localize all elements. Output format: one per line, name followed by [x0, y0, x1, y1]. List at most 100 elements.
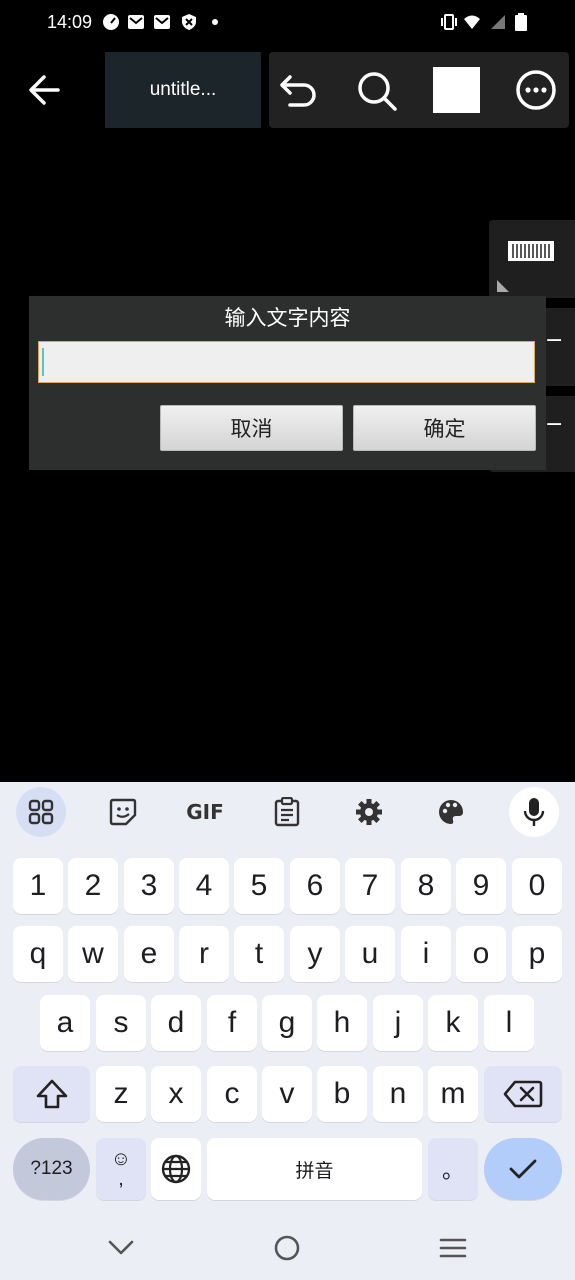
language-key[interactable]	[151, 1138, 201, 1200]
clipboard-icon	[274, 797, 300, 827]
key-g[interactable]: g	[262, 995, 312, 1051]
symbols-key[interactable]: ?123	[13, 1138, 90, 1200]
key-i[interactable]: i	[401, 926, 451, 982]
key-c[interactable]: c	[207, 1066, 257, 1122]
key-e[interactable]: e	[124, 926, 174, 982]
key-t[interactable]: t	[234, 926, 284, 982]
period-key[interactable]: 。	[428, 1138, 478, 1200]
key-y[interactable]: y	[290, 926, 340, 982]
key-z[interactable]: z	[96, 1066, 146, 1122]
status-time: 14:09	[47, 12, 93, 32]
key-4[interactable]: 4	[179, 858, 229, 914]
key-a[interactable]: a	[40, 995, 90, 1051]
text-caret	[42, 348, 44, 376]
clipboard-button[interactable]	[262, 787, 312, 837]
sticker-icon	[109, 798, 137, 826]
key-p[interactable]: p	[512, 926, 562, 982]
key-6[interactable]: 6	[290, 858, 340, 914]
nav-home-button[interactable]	[267, 1228, 307, 1268]
microphone-icon	[523, 798, 545, 826]
key-s[interactable]: s	[96, 995, 146, 1051]
key-7[interactable]: 7	[345, 858, 395, 914]
nav-recents-button[interactable]	[433, 1228, 473, 1268]
battery-icon	[515, 13, 527, 31]
nav-hide-keyboard-button[interactable]	[101, 1228, 141, 1268]
menu-lines-icon	[439, 1238, 467, 1258]
undo-button[interactable]	[274, 66, 324, 114]
speedometer-icon	[103, 14, 119, 30]
more-options-button[interactable]	[511, 66, 561, 114]
key-1[interactable]: 1	[13, 858, 63, 914]
side-tab-2-label: −	[545, 328, 564, 353]
voice-input-button[interactable]	[509, 787, 559, 837]
key-w[interactable]: w	[68, 926, 118, 982]
key-j[interactable]: j	[373, 995, 423, 1051]
wifi-icon	[464, 15, 480, 29]
comma-label: ,	[118, 1168, 124, 1190]
brush-size-icon	[508, 241, 554, 261]
key-b[interactable]: b	[317, 1066, 367, 1122]
more-horizontal-icon	[516, 70, 556, 110]
search-icon	[358, 72, 397, 111]
backspace-key[interactable]	[484, 1066, 562, 1122]
undo-icon	[280, 75, 316, 107]
settings-gear-icon	[356, 799, 382, 825]
key-3[interactable]: 3	[124, 858, 174, 914]
gif-button[interactable]: GIF	[180, 787, 230, 837]
key-q[interactable]: q	[13, 926, 63, 982]
key-n[interactable]: n	[373, 1066, 423, 1122]
globe-icon	[161, 1154, 191, 1184]
key-5[interactable]: 5	[234, 858, 284, 914]
key-u[interactable]: u	[345, 926, 395, 982]
backspace-icon	[503, 1080, 543, 1108]
search-button[interactable]	[351, 66, 401, 114]
key-2[interactable]: 2	[68, 858, 118, 914]
cancel-button[interactable]: 取消	[160, 405, 343, 451]
key-h[interactable]: h	[317, 995, 367, 1051]
document-tab[interactable]: untitle...	[105, 52, 261, 128]
color-swatch-fill	[433, 67, 480, 113]
apps-grid-button[interactable]	[16, 787, 66, 837]
enter-key[interactable]	[484, 1138, 562, 1200]
settings-button[interactable]	[344, 787, 394, 837]
palette-icon	[439, 800, 463, 824]
key-x[interactable]: x	[151, 1066, 201, 1122]
key-8[interactable]: 8	[401, 858, 451, 914]
theme-button[interactable]	[426, 787, 476, 837]
key-r[interactable]: r	[179, 926, 229, 982]
home-circle-icon	[274, 1235, 300, 1261]
apps-grid-icon	[28, 799, 54, 825]
chevron-down-icon	[108, 1240, 134, 1255]
key-0[interactable]: 0	[512, 858, 562, 914]
checkmark-icon	[509, 1159, 537, 1179]
key-v[interactable]: v	[262, 1066, 312, 1122]
key-d[interactable]: d	[151, 995, 201, 1051]
corner-arrow-icon	[497, 280, 509, 292]
key-l[interactable]: l	[484, 995, 534, 1051]
dialog-title: 输入文字内容	[224, 306, 351, 330]
signal-icon	[491, 15, 505, 29]
sticker-button[interactable]	[98, 787, 148, 837]
side-tab-3-label: −	[545, 412, 564, 437]
mail-icon	[154, 15, 170, 29]
ok-button[interactable]: 确定	[353, 405, 536, 451]
key-k[interactable]: k	[428, 995, 478, 1051]
key-f[interactable]: f	[207, 995, 257, 1051]
shift-key[interactable]	[13, 1066, 90, 1122]
mail-icon	[128, 15, 144, 29]
color-swatch[interactable]	[433, 67, 480, 113]
shield-icon	[182, 14, 196, 30]
space-key[interactable]: 拼音	[207, 1138, 422, 1200]
key-o[interactable]: o	[456, 926, 506, 982]
key-m[interactable]: m	[428, 1066, 478, 1122]
shift-arrow-icon	[36, 1079, 67, 1109]
back-button[interactable]	[20, 66, 70, 114]
key-9[interactable]: 9	[456, 858, 506, 914]
emoji-icon: ☺	[110, 1148, 132, 1170]
vibrate-icon	[441, 14, 457, 30]
emoji-comma-key[interactable]: ☺ ,	[96, 1138, 146, 1200]
arrow-left-icon	[29, 75, 60, 105]
text-input-dialog: 输入文字内容 取消 确定	[29, 296, 546, 470]
side-tab-brush[interactable]	[489, 220, 575, 298]
text-input-field[interactable]	[38, 341, 535, 383]
